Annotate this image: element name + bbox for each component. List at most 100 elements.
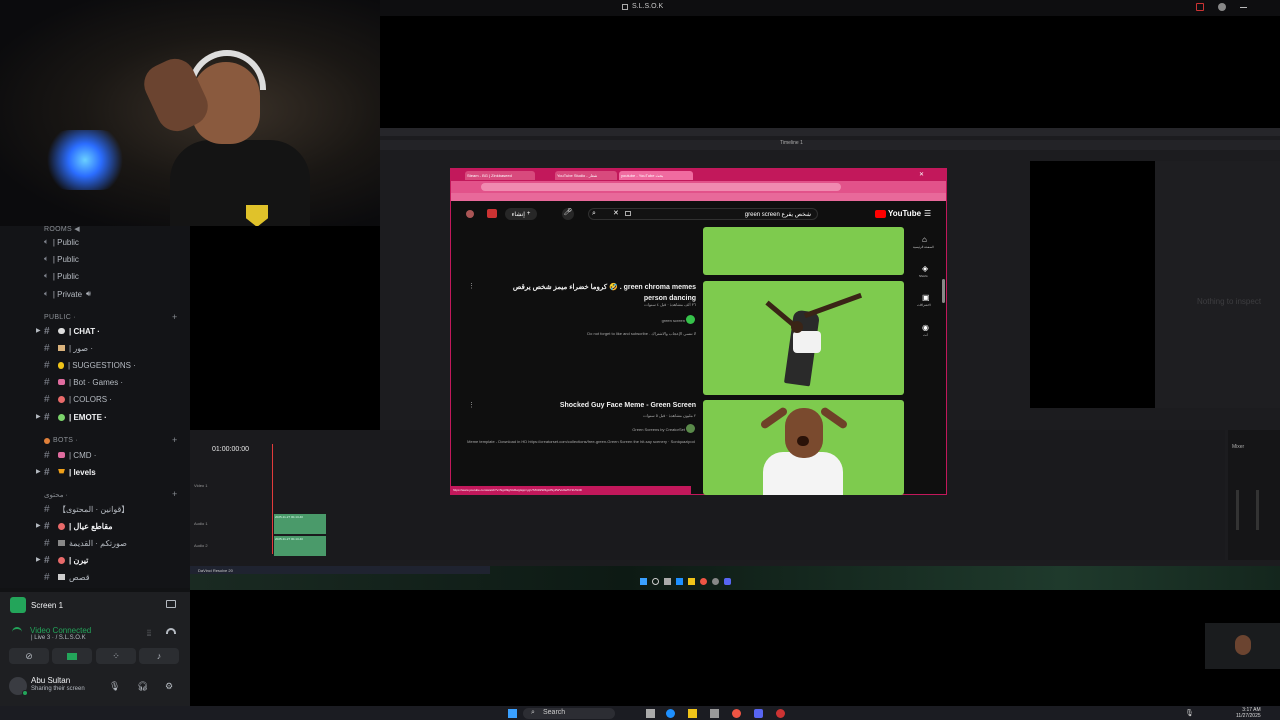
channel-avatar[interactable] [686,424,695,433]
text-channel[interactable]: # قصص [44,570,90,584]
browser-tab-active[interactable]: youtube - YouTube بحث [619,171,693,180]
explorer-icon[interactable] [688,578,695,585]
voice-channel[interactable]: 🔈︎ | Private 🔊︎ [44,287,91,301]
task-view-icon[interactable] [664,578,671,585]
video-thumbnail[interactable] [703,400,904,495]
audio-clip[interactable]: 2025-11-27 00-13-40 [274,514,326,534]
task-view-icon[interactable] [646,709,655,718]
channel-name[interactable]: Green Screens by CreatorSet [591,427,685,432]
expand-icon[interactable]: ▶ [36,468,41,475]
settings-gear-icon[interactable]: ⚙ [165,681,173,692]
playhead[interactable] [272,444,273,554]
sidebar-item-you[interactable]: أنت [923,333,928,337]
add-channel-icon[interactable]: + [172,489,177,499]
shorts-icon[interactable]: ◈ [922,264,928,273]
resolve-app-icon[interactable] [712,578,719,585]
category-rooms[interactable]: ROOMS ◀ [44,225,80,233]
text-channel[interactable]: # | COLORS · [44,392,112,406]
expand-icon[interactable]: ▶ [36,413,41,420]
headphones-icon[interactable]: 🎧︎ [137,681,148,692]
signal-icon[interactable] [12,627,22,637]
keyboard-icon[interactable] [625,211,631,216]
search-icon[interactable] [652,578,659,585]
you-icon[interactable]: ◉ [922,323,929,332]
text-channel[interactable]: # | تيرن [44,553,88,567]
clock[interactable]: 3:17 AM 11/27/2025 [1236,707,1261,719]
home-icon[interactable]: ⌂ [922,235,927,244]
category-bots[interactable]: BOTS · [44,437,78,444]
notifications-icon[interactable] [487,209,497,218]
windows-start-icon[interactable] [640,578,647,585]
expand-icon[interactable]: ▶ [36,522,41,529]
more-options-icon[interactable]: ⋮ [468,282,475,290]
user-name[interactable]: Abu Sultan [31,676,70,685]
browser-tab[interactable]: YouTube Studio - شعار [555,171,617,180]
menu-icon[interactable]: ☰ [924,209,931,218]
category-public[interactable]: PUBLIC · [44,314,76,321]
subscriptions-icon[interactable]: ▣ [922,293,930,302]
voice-channel[interactable]: 🔈︎ | Public [44,269,79,283]
voice-channel[interactable]: 🔈︎ | Public [44,252,79,266]
channel-avatar[interactable] [686,315,695,324]
expand-icon[interactable]: ▶ [36,327,41,334]
voice-search-icon[interactable]: 🎤︎ [562,208,574,220]
video-thumbnail[interactable] [703,227,904,275]
text-channel[interactable]: # | CHAT · [44,324,100,338]
clear-search-icon[interactable]: ✕ [613,209,619,217]
text-channel[interactable]: # | CMD · [44,448,96,462]
add-channel-icon[interactable]: + [172,312,177,322]
category-content[interactable]: محتوى · [44,491,68,499]
text-channel[interactable]: # 【قوانين · المحتوى】 [44,502,129,516]
browser-tab[interactable]: Steam - BG | Zinkbaseed [465,171,535,180]
more-options-icon[interactable]: ⋮ [468,401,475,409]
scrollbar[interactable] [942,279,945,303]
noise-suppression-icon[interactable]: ⦙⦙ [147,628,151,639]
create-button[interactable]: إنشاء + [505,208,537,220]
sidebar-item-home[interactable]: الصفحة الرئيسية [913,245,934,249]
text-channel[interactable]: # | Bot · Games · [44,375,123,389]
account-avatar[interactable] [466,210,474,218]
text-channel[interactable]: # | SUGGESTIONS · [44,358,136,372]
soundboard-button[interactable]: ♪ [139,648,179,664]
close-window-icon[interactable]: ✕ [919,171,924,178]
search-box[interactable]: ⌕ ✕ green screen شخص يقرع [588,208,818,220]
discord-app-icon[interactable] [724,578,731,585]
chrome-icon[interactable] [700,578,707,585]
record-icon[interactable] [1196,3,1204,11]
search-query[interactable]: green screen شخص يقرع [745,211,811,218]
avatar[interactable] [9,677,28,696]
screen-share-button[interactable] [52,648,92,664]
video-title[interactable]: كروما خضراء ميمز شخص يرقص 🤣 . green chro… [491,282,696,304]
explorer-icon[interactable] [688,709,697,718]
sidebar-item-subscriptions[interactable]: الاشتراكات [917,303,931,307]
sidebar-item-shorts[interactable]: Shorts [919,274,928,278]
text-channel[interactable]: # | levels [44,465,96,479]
help-icon[interactable] [1218,3,1226,11]
fader[interactable] [1236,490,1239,530]
obs-icon[interactable] [776,709,785,718]
channel-name[interactable]: green screen [601,318,685,323]
disconnect-icon[interactable] [166,628,176,634]
voice-channel-name[interactable]: | Live 3 · / S.L.S.O.K [31,635,86,641]
video-thumbnail[interactable] [703,281,904,395]
microphone-tray-icon[interactable]: 🎙︎ [1185,709,1194,717]
taskbar-search[interactable]: ⌕ Search [523,708,615,719]
search-icon[interactable]: ⌕ [592,210,596,218]
chrome-icon[interactable] [732,709,741,718]
expand-icon[interactable]: ▶ [36,556,41,563]
popout-icon[interactable] [166,600,176,608]
text-channel[interactable]: # | صور · [44,341,93,355]
audio-clip[interactable]: 2025-11-27 00-13-40 [274,536,326,556]
edge-icon[interactable] [666,709,675,718]
text-channel[interactable]: # صورتكم · القديمة [44,536,127,550]
store-icon[interactable] [710,709,719,718]
camera-off-button[interactable]: ⊘ [9,648,49,664]
windows-start-icon[interactable] [508,709,517,718]
discord-app-icon[interactable] [754,709,763,718]
vscode-icon[interactable] [676,578,683,585]
voice-channel[interactable]: 🔈︎ | Public [44,235,79,249]
timeline-name[interactable]: Timeline 1 [780,140,803,146]
fader[interactable] [1256,490,1259,530]
text-channel[interactable]: # | EMOTE · [44,410,107,424]
video-title[interactable]: Shocked Guy Face Meme - Green Screen [491,402,696,409]
